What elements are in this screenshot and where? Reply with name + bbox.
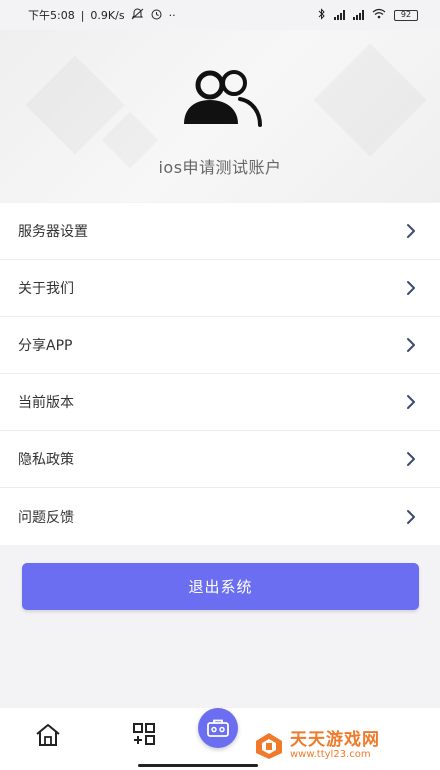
- menu-item-about-us[interactable]: 关于我们: [0, 260, 440, 317]
- notification-muted-icon: [131, 7, 144, 23]
- menu-item-label: 分享APP: [18, 338, 73, 354]
- signal-icon-2: [353, 10, 364, 20]
- chevron-right-icon: [407, 509, 415, 524]
- menu-item-label: 关于我们: [18, 281, 74, 297]
- menu-item-label: 隐私政策: [18, 452, 74, 468]
- chevron-right-icon: [407, 224, 415, 238]
- users-icon: [184, 70, 262, 127]
- profile-header: ios申请测试账户: [0, 30, 440, 202]
- menu-item-share-app[interactable]: 分享APP: [0, 317, 440, 374]
- menu-item-label: 服务器设置: [18, 224, 88, 240]
- background-diamond: [313, 43, 426, 156]
- menu-item-feedback[interactable]: 问题反馈: [0, 488, 440, 545]
- wifi-icon: [372, 8, 386, 22]
- watermark: 天天游戏网 www.ttyl23.com: [254, 728, 424, 764]
- battery-icon: 92: [394, 9, 418, 21]
- status-extra: ··: [168, 8, 176, 22]
- chevron-right-icon: [407, 338, 415, 352]
- chevron-right-icon: [407, 395, 415, 409]
- status-left: 下午5:08 | 0.9K/s ··: [28, 7, 176, 23]
- menu-item-current-version[interactable]: 当前版本: [0, 374, 440, 431]
- toolbox-icon: [207, 719, 229, 737]
- home-indicator: [138, 764, 258, 767]
- bottom-nav: 天天游戏网 www.ttyl23.com: [0, 708, 440, 770]
- toolbox-button[interactable]: [198, 708, 238, 748]
- status-time: 下午5:08: [28, 9, 75, 22]
- chevron-right-icon: [407, 452, 415, 466]
- settings-menu: 服务器设置 关于我们 分享APP 当前版本 隐私政策 问题反馈: [0, 203, 440, 545]
- home-icon[interactable]: [35, 723, 61, 747]
- apps-icon[interactable]: [132, 722, 156, 746]
- menu-item-server-settings[interactable]: 服务器设置: [0, 203, 440, 260]
- watermark-logo-icon: [256, 733, 282, 759]
- account-name: ios申请测试账户: [158, 158, 282, 177]
- bluetooth-icon: [318, 7, 326, 23]
- watermark-text: 天天游戏网 www.ttyl23.com: [290, 729, 380, 761]
- logout-button[interactable]: 退出系统: [22, 563, 419, 610]
- status-right: 92: [318, 7, 418, 23]
- signal-icon-1: [334, 10, 345, 20]
- watermark-url: www.ttyl23.com: [290, 748, 371, 760]
- menu-item-privacy-policy[interactable]: 隐私政策: [0, 431, 440, 488]
- status-bar: 下午5:08 | 0.9K/s ·· 92: [0, 0, 440, 30]
- network-speed: 0.9K/s: [90, 8, 125, 22]
- menu-item-label: 问题反馈: [18, 509, 74, 526]
- chevron-right-icon: [407, 281, 415, 295]
- watermark-title: 天天游戏网: [290, 729, 380, 750]
- alarm-icon: [150, 8, 163, 23]
- status-divider: |: [80, 8, 85, 22]
- menu-item-label: 当前版本: [18, 395, 74, 411]
